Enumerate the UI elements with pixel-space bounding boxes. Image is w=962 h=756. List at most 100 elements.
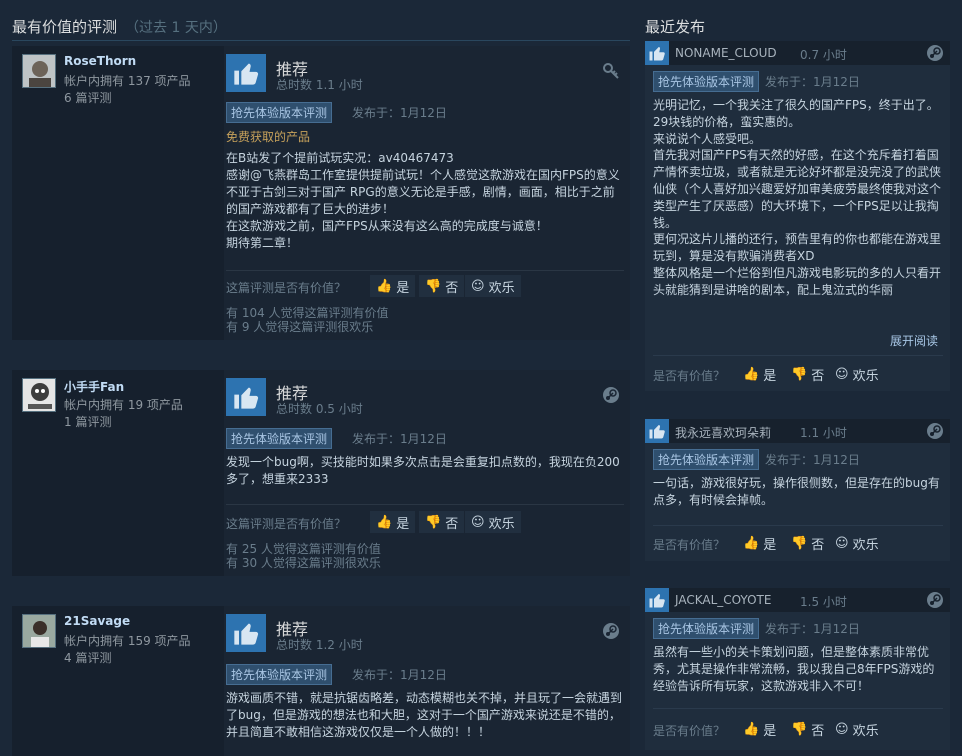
recent-review-card: NONAME_CLOUD 0.7 小时 抢先体验版本评测 发布于：1月12日 光… — [645, 41, 950, 391]
posted-date: 发布于：1月12日 — [765, 453, 860, 467]
early-access-badge: 抢先体验版本评测 — [226, 428, 333, 449]
early-access-badge: 抢先体验版本评测 — [653, 449, 760, 470]
vote-no-button[interactable]: 👎 否 — [791, 719, 824, 739]
recently-posted-section: 最近发布 NONAME_CLOUD 0.7 小时 抢先体验版本评测 发布于：1月… — [645, 0, 962, 756]
vote-funny-label: 欢乐 — [488, 280, 515, 296]
author-review-count[interactable]: 4 篇评测 — [64, 649, 111, 666]
early-access-badge: 抢先体验版本评测 — [226, 664, 333, 685]
review-text: 一句话，游戏很好玩，操作很侧数，但是存在的bug有点多，有时候会掉帧。 — [653, 476, 940, 507]
vote-yes-button[interactable]: 👍 是 — [370, 511, 416, 533]
author-name[interactable]: 我永远喜欢珂朵莉 — [675, 424, 771, 441]
vote-yes-button[interactable]: 👍 是 — [743, 364, 776, 384]
review-text: 游戏画质不错，就是抗锯齿略差，动态模糊也关不掉，并且玩了一会就遇到了bug，但是… — [226, 691, 623, 739]
smiley-icon: ☺ — [835, 366, 849, 382]
thumbs-up-icon[interactable] — [226, 378, 266, 416]
avatar[interactable] — [22, 614, 56, 648]
vote-funny-button[interactable]: ☺ 欢乐 — [835, 719, 879, 739]
author-name[interactable]: JACKAL_COYOTE — [675, 593, 771, 607]
thumbs-up-icon[interactable] — [226, 614, 266, 652]
vote-funny-button[interactable]: ☺ 欢乐 — [465, 275, 521, 297]
vote-yes-label: 是 — [396, 516, 410, 532]
author-review-count[interactable]: 1 篇评测 — [64, 413, 111, 430]
playtime: 总时数 1.2 小时 — [276, 638, 363, 652]
received-for-free-icon — [602, 62, 620, 84]
helpful-question: 是否有价值？ — [653, 538, 726, 552]
vote-yes-button[interactable]: 👍 是 — [743, 719, 776, 739]
author-games-owned[interactable]: 帐户内拥有 19 项产品 — [64, 396, 183, 413]
author-games-owned[interactable]: 帐户内拥有 137 项产品 — [64, 72, 191, 89]
divider — [653, 355, 943, 356]
vote-no-label: 否 — [811, 368, 825, 384]
review-content: 推荐 总时数 1.2 小时 抢先体验版本评测 发布于：1月12日 游戏画质不错，… — [224, 606, 630, 756]
thumbs-down-icon: 👎 — [425, 514, 442, 530]
thumbs-up-icon[interactable] — [226, 54, 266, 92]
review-header[interactable]: 我永远喜欢珂朵莉 1.1 小时 — [645, 419, 950, 443]
helpful-question: 是否有价值？ — [653, 724, 726, 738]
review-text: 在B站发了个提前试玩实况：av40467473 感谢@飞燕群岛工作室提供提前试玩… — [226, 151, 620, 250]
posted-date: 发布于：1月12日 — [352, 106, 447, 120]
text-fade — [645, 293, 950, 317]
thumbs-down-icon: 👎 — [791, 721, 808, 737]
helpful-count: 有 104 人觉得这篇评测有价值 — [226, 306, 389, 320]
helpful-count: 有 25 人觉得这篇评测有价值 — [226, 542, 381, 556]
thumbs-up-icon: 👍 — [743, 366, 760, 382]
playtime: 总时数 1.1 小时 — [276, 78, 363, 92]
vote-yes-label: 是 — [763, 368, 777, 384]
steam-icon — [926, 44, 944, 66]
vote-funny-button[interactable]: ☺ 欢乐 — [835, 533, 879, 553]
author-name[interactable]: 21Savage — [64, 614, 130, 628]
author-games-owned[interactable]: 帐户内拥有 159 项产品 — [64, 632, 191, 649]
smiley-icon: ☺ — [835, 721, 849, 737]
section-subtitle: （过去 1 天内） — [125, 20, 227, 36]
thumbs-down-icon: 👎 — [425, 278, 442, 294]
review-text: 虽然有一些小的关卡策划问题，但是整体素质非常优秀，尤其是操作非常流畅，我以我自己… — [653, 645, 935, 693]
thumbs-up-icon: 👍 — [743, 535, 760, 551]
funny-count: 有 30 人觉得这篇评测很欢乐 — [226, 556, 381, 570]
thumbs-up-icon: 👍 — [743, 721, 760, 737]
recent-review-card: 我永远喜欢珂朵莉 1.1 小时 抢先体验版本评测 发布于：1月12日 一句话，游… — [645, 419, 950, 561]
funny-count: 有 9 人觉得这篇评测很欢乐 — [226, 320, 374, 334]
steam-icon — [602, 622, 620, 644]
vote-no-button[interactable]: 👎 否 — [419, 275, 465, 297]
author-name[interactable]: RoseThorn — [64, 54, 136, 68]
review-card: 小手手Fan 帐户内拥有 19 项产品 1 篇评测 推荐 总时数 0.5 小时 … — [12, 370, 630, 576]
playtime: 1.5 小时 — [800, 595, 847, 609]
vote-yes-button[interactable]: 👍 是 — [370, 275, 416, 297]
vote-yes-label: 是 — [763, 537, 777, 553]
smiley-icon: ☺ — [471, 514, 485, 530]
review-header[interactable]: JACKAL_COYOTE 1.5 小时 — [645, 588, 950, 612]
divider — [653, 525, 943, 526]
vote-funny-button[interactable]: ☺ 欢乐 — [835, 364, 879, 384]
vote-yes-label: 是 — [763, 723, 777, 739]
vote-funny-button[interactable]: ☺ 欢乐 — [465, 511, 521, 533]
section-title: 最有价值的评测 （过去 1 天内） — [12, 18, 227, 36]
author-name[interactable]: 小手手Fan — [64, 378, 124, 395]
thumbs-up-icon — [645, 588, 669, 612]
playtime: 总时数 0.5 小时 — [276, 402, 363, 416]
thumbs-up-icon: 👍 — [376, 278, 393, 294]
read-more-link[interactable]: 展开阅读 — [890, 332, 938, 349]
vote-no-button[interactable]: 👎 否 — [791, 364, 824, 384]
vote-yes-label: 是 — [396, 280, 410, 296]
review-content: 推荐 总时数 0.5 小时 抢先体验版本评测 发布于：1月12日 发现一个bug… — [224, 370, 630, 576]
review-header[interactable]: NONAME_CLOUD 0.7 小时 — [645, 41, 950, 65]
early-access-badge: 抢先体验版本评测 — [226, 102, 333, 123]
avatar[interactable] — [22, 378, 56, 412]
review-text: 发现一个bug啊，买技能时如果多次点击是会重复扣点数的，我现在负200多了，想重… — [226, 455, 620, 486]
vote-yes-button[interactable]: 👍 是 — [743, 533, 776, 553]
author-name[interactable]: NONAME_CLOUD — [675, 46, 777, 60]
avatar[interactable] — [22, 54, 56, 88]
divider — [226, 270, 624, 271]
thumbs-up-icon: 👍 — [376, 514, 393, 530]
posted-date: 发布于：1月12日 — [765, 75, 860, 89]
vote-no-label: 否 — [811, 537, 825, 553]
vote-no-button[interactable]: 👎 否 — [791, 533, 824, 553]
vote-funny-label: 欢乐 — [852, 368, 879, 384]
helpful-question: 是否有价值？ — [653, 369, 726, 383]
vote-no-button[interactable]: 👎 否 — [419, 511, 465, 533]
recent-review-card: JACKAL_COYOTE 1.5 小时 抢先体验版本评测 发布于：1月12日 … — [645, 588, 950, 750]
helpful-question: 这篇评测是否有价值？ — [226, 281, 347, 295]
helpful-question: 这篇评测是否有价值？ — [226, 517, 347, 531]
review-content: 推荐 总时数 1.1 小时 抢先体验版本评测 发布于：1月12日 免费获取的产品… — [224, 46, 630, 340]
author-review-count[interactable]: 6 篇评测 — [64, 89, 111, 106]
